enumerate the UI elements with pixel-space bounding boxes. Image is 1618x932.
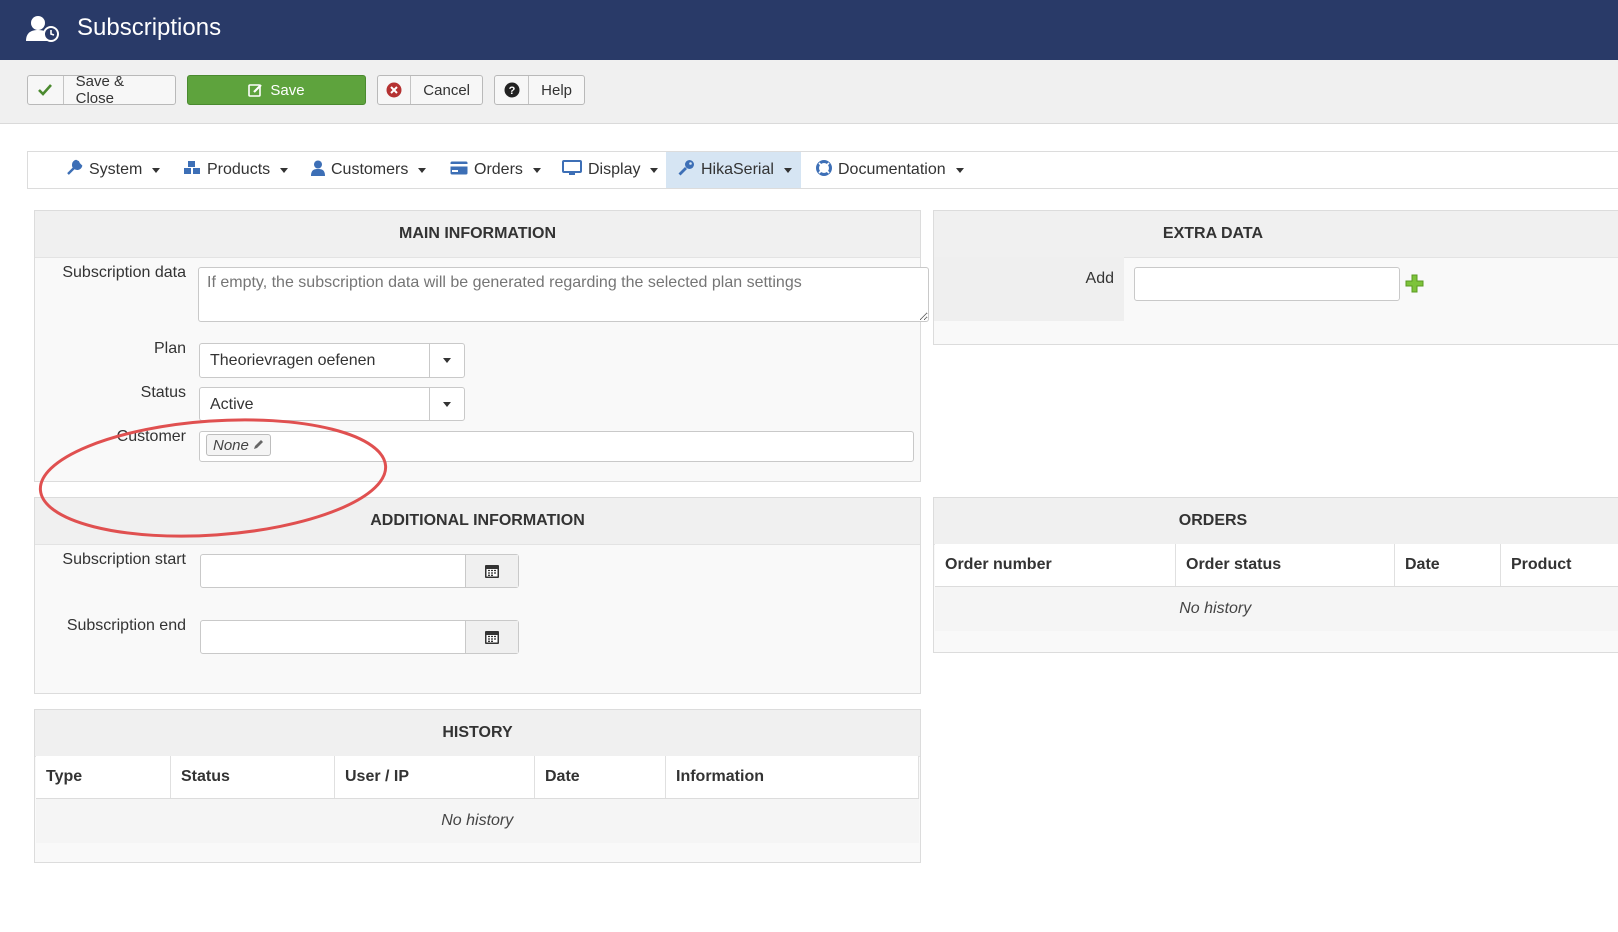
history-table: Type Status User / IP Date Information N… (36, 756, 919, 843)
history-empty-message: No history (36, 798, 919, 843)
subscription-start-label: Subscription start (62, 551, 186, 568)
additional-information-panel: ADDITIONAL INFORMATION (34, 497, 921, 694)
customer-label: Customer (116, 428, 186, 445)
lifebuoy-icon (816, 159, 832, 181)
subscription-data-label: Subscription data (62, 264, 186, 281)
orders-col-product[interactable]: Product (1500, 544, 1618, 587)
subscription-end-input[interactable] (200, 620, 519, 654)
plan-select[interactable]: Theorievragen oefenen (199, 343, 465, 378)
menu-customers-label: Customers (331, 161, 409, 178)
menu-system[interactable]: System (66, 152, 161, 188)
main-information-title: MAIN INFORMATION (35, 211, 920, 258)
history-col-date[interactable]: Date (534, 756, 666, 799)
extra-data-add-label: Add (1085, 270, 1114, 287)
customer-none-tag[interactable]: None (206, 434, 271, 456)
save-close-button[interactable]: Save & Close (27, 73, 176, 107)
cubes-icon (183, 160, 201, 181)
monitor-icon (562, 159, 582, 181)
menu-documentation[interactable]: Documentation (816, 152, 964, 188)
save-button[interactable]: Save (187, 75, 366, 105)
orders-col-date[interactable]: Date (1394, 544, 1501, 587)
orders-empty-message: No history (935, 586, 1618, 631)
page-title: Subscriptions (77, 14, 222, 41)
edit-icon (248, 83, 263, 97)
user-icon (311, 160, 325, 181)
history-col-type[interactable]: Type (36, 756, 171, 799)
subscription-start-input[interactable] (200, 554, 519, 588)
calendar-icon[interactable] (465, 555, 518, 587)
orders-title: ORDERS (934, 498, 1618, 545)
menu-orders-label: Orders (474, 161, 523, 178)
check-icon (28, 76, 64, 104)
history-col-user-ip[interactable]: User / IP (334, 756, 535, 799)
save-close-label: Save & Close (75, 73, 124, 107)
status-selected-value: Active (210, 396, 254, 413)
chevron-down-icon (429, 388, 464, 420)
cancel-circle-icon (378, 76, 412, 104)
subscription-end-label: Subscription end (66, 617, 186, 634)
orders-col-order-status[interactable]: Order status (1175, 544, 1395, 587)
wrench-icon (66, 159, 83, 181)
plan-selected-value: Theorievragen oefenen (210, 352, 376, 369)
help-label: Help (541, 81, 572, 99)
menu-products[interactable]: Products (183, 152, 289, 188)
extra-data-add-input[interactable] (1134, 267, 1400, 301)
status-label: Status (140, 384, 186, 401)
status-select[interactable]: Active (199, 387, 465, 421)
history-col-status[interactable]: Status (170, 756, 335, 799)
svg-text:?: ? (508, 85, 515, 97)
pencil-icon (253, 437, 264, 454)
menu-system-label: System (89, 161, 143, 178)
orders-col-order-number[interactable]: Order number (935, 544, 1176, 587)
menu-products-label: Products (207, 161, 271, 178)
menu-hikaserial-label: HikaSerial (701, 161, 774, 178)
menu-customers[interactable]: Customers (311, 152, 427, 188)
cancel-button[interactable]: Cancel (377, 75, 483, 105)
menu-orders[interactable]: Orders (450, 152, 541, 188)
app-header: Subscriptions (0, 0, 1618, 60)
extra-data-title: EXTRA DATA (934, 211, 1618, 258)
cancel-label: Cancel (423, 81, 470, 99)
customer-field[interactable] (199, 431, 914, 462)
key-icon (678, 159, 695, 181)
menu-display-label: Display (588, 161, 641, 178)
component-menu: System Products Customers Orders Display… (27, 151, 1618, 189)
menu-hikaserial[interactable]: HikaSerial (666, 152, 801, 188)
credit-card-icon (450, 161, 468, 180)
plan-label: Plan (153, 340, 186, 357)
customer-none-value: None (213, 436, 249, 454)
extra-data-label-cell (934, 257, 1124, 321)
additional-information-title: ADDITIONAL INFORMATION (35, 498, 920, 545)
plus-icon[interactable] (1405, 274, 1424, 297)
history-col-information[interactable]: Information (665, 756, 919, 799)
subscription-data-textarea[interactable] (198, 267, 929, 322)
orders-table: Order number Order status Date Product N… (935, 544, 1618, 631)
user-clock-icon (26, 15, 60, 47)
menu-display[interactable]: Display (562, 152, 659, 188)
save-label: Save (270, 81, 305, 99)
menu-documentation-label: Documentation (838, 161, 946, 178)
question-circle-icon: ? (495, 76, 530, 104)
calendar-icon[interactable] (465, 621, 518, 653)
chevron-down-icon (429, 344, 464, 377)
help-button[interactable]: ? Help (494, 75, 585, 105)
history-title: HISTORY (35, 710, 920, 757)
